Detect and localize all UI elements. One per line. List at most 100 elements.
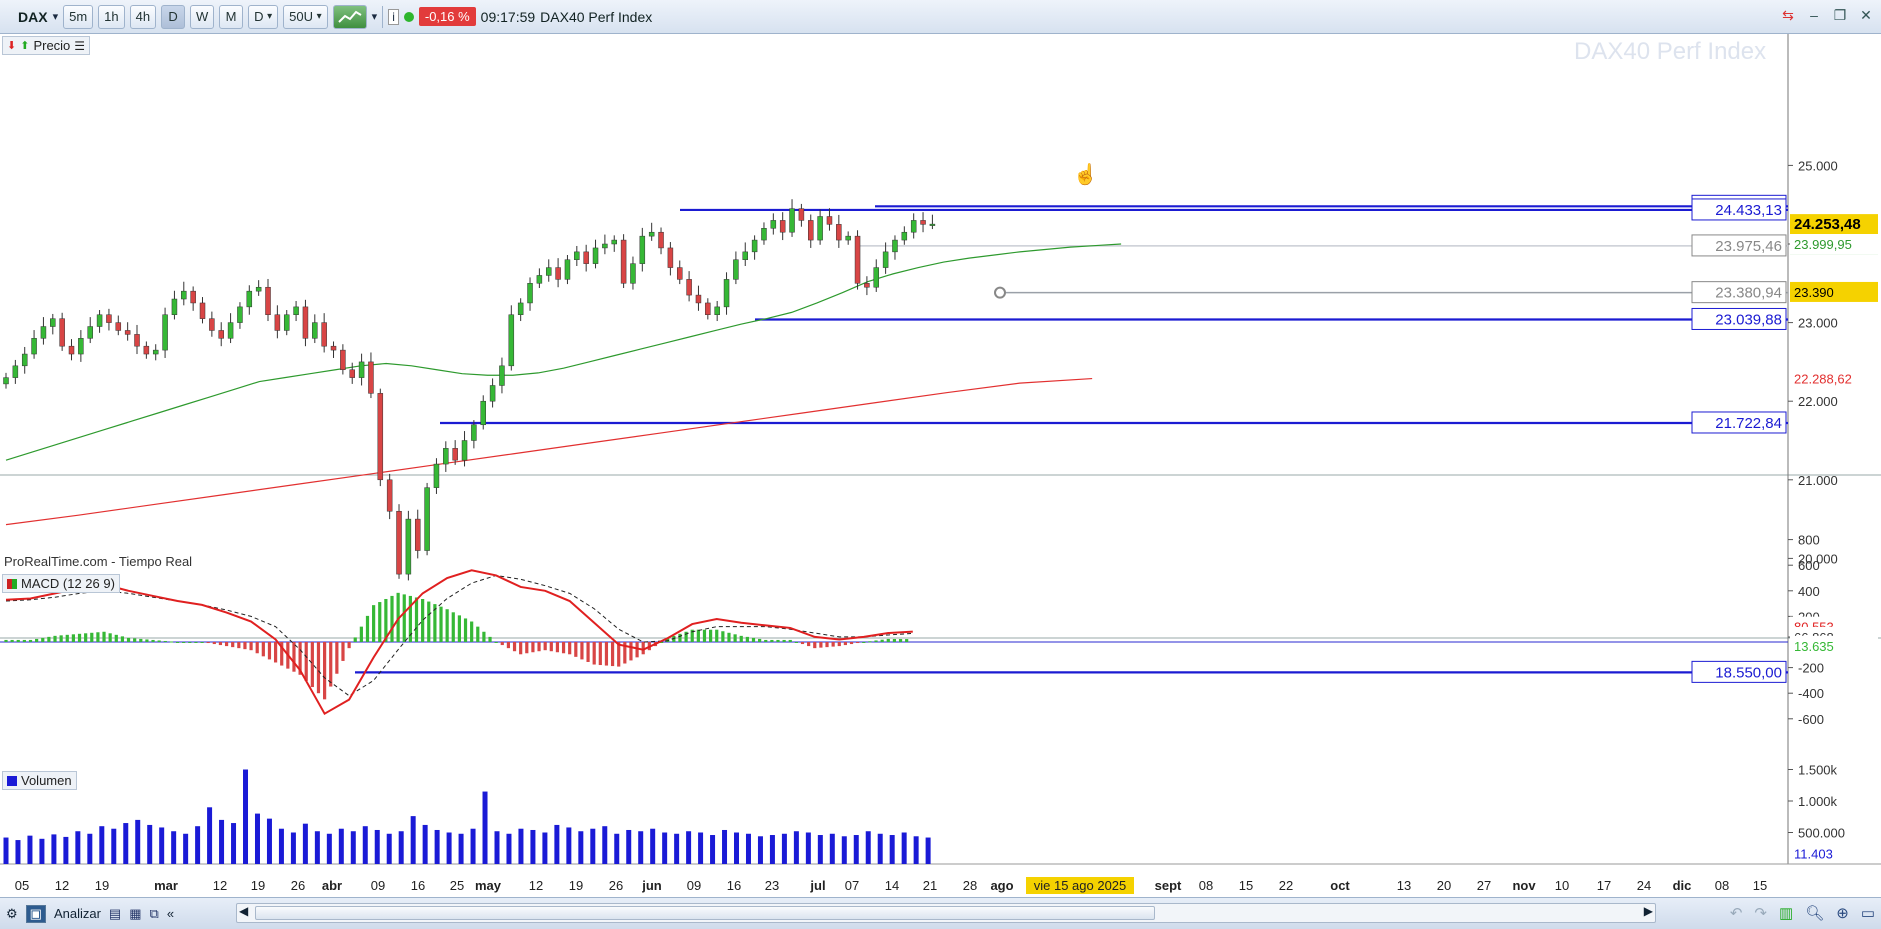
- volume-bar: [590, 828, 596, 864]
- chevron-down-icon[interactable]: ▾: [53, 10, 59, 23]
- macd-hist-bar: [598, 642, 602, 666]
- volume-bar: [254, 813, 260, 864]
- menu-icon[interactable]: ☰: [74, 39, 85, 53]
- macd-hist-bar: [304, 642, 308, 681]
- chevron-left-icon[interactable]: ◀: [239, 904, 248, 918]
- redo-icon[interactable]: ↷: [1754, 904, 1767, 922]
- macd-hist-bar: [451, 612, 455, 642]
- tf-m-button[interactable]: M: [219, 4, 244, 29]
- macd-hist-bar: [22, 639, 26, 642]
- macd-panel-label[interactable]: MACD (12 26 9): [2, 574, 120, 593]
- price-level-label: 23.975,46: [1715, 238, 1782, 255]
- screener-icon[interactable]: ▤: [109, 906, 121, 922]
- candle-body: [405, 518, 412, 575]
- candle-body: [78, 338, 84, 355]
- arrow-up-icon[interactable]: ⬆: [20, 39, 29, 52]
- macd-hist-bar: [28, 639, 33, 642]
- macd-hist-bar: [702, 629, 707, 642]
- info-icon[interactable]: i: [388, 8, 399, 25]
- undo-icon[interactable]: ↶: [1730, 904, 1743, 922]
- macd-hist-bar: [494, 642, 498, 643]
- arrow-down-icon[interactable]: ⬇: [7, 39, 16, 52]
- volume-bar: [3, 837, 9, 864]
- chart-area[interactable]: 24.479,4224.433,1323.975,4623.380,9423.0…: [0, 34, 1881, 896]
- ruler-icon[interactable]: ▭: [1861, 904, 1875, 922]
- zoom-in-icon[interactable]: ⊕: [1836, 904, 1849, 922]
- macd-hist-bar: [175, 642, 180, 643]
- tf-w-button[interactable]: W: [190, 4, 215, 29]
- volume-bar: [578, 831, 584, 864]
- zoom-out-icon[interactable]: 🔍︎: [1805, 904, 1824, 922]
- macd-hist-bar: [837, 642, 841, 647]
- analyze-button[interactable]: Analizar: [54, 906, 101, 921]
- volume-bar: [674, 833, 680, 864]
- tf-1h-button[interactable]: 1h: [98, 4, 125, 29]
- x-tick-label: mar: [154, 878, 178, 893]
- candle-body: [723, 279, 730, 308]
- period-selector[interactable]: D ▾: [248, 4, 279, 29]
- horizontal-scrollbar[interactable]: ◀ ▶: [236, 903, 1656, 923]
- period-value: D: [254, 9, 264, 24]
- chevron-right-icon[interactable]: ▶: [1644, 904, 1653, 918]
- macd-hist-bar: [316, 642, 321, 694]
- add-chart-icon[interactable]: ▥: [1779, 904, 1793, 922]
- price-level-label: 18.550,00: [1715, 664, 1782, 681]
- volume-bar: [362, 826, 368, 864]
- list-icon[interactable]: ▦: [129, 906, 141, 922]
- instrument-name: DAX40 Perf Index: [540, 8, 653, 25]
- scrollbar-thumb[interactable]: [255, 906, 1155, 920]
- close-icon[interactable]: ✕: [1857, 6, 1875, 24]
- candle-body: [705, 302, 711, 315]
- symbol-selector[interactable]: DAX: [18, 9, 48, 25]
- restore-icon[interactable]: ❐: [1831, 6, 1849, 24]
- macd-hist-bar: [715, 629, 719, 642]
- volume-bar: [111, 828, 117, 864]
- chart-type-button[interactable]: [332, 4, 367, 29]
- minimize-icon[interactable]: –: [1805, 6, 1823, 24]
- macd-hist-bar: [163, 640, 167, 642]
- compare-icon[interactable]: ⧉: [150, 906, 159, 922]
- window-icon[interactable]: ▣: [25, 904, 46, 923]
- macd-hist-bar: [531, 642, 535, 653]
- macd-hist-bar: [194, 642, 198, 643]
- candle-body: [377, 393, 384, 481]
- candle-body: [106, 314, 112, 323]
- chevron-down-icon[interactable]: ▾: [372, 10, 378, 23]
- price-panel-label[interactable]: ⬇ ⬆ Precio ☰: [2, 36, 91, 55]
- tf-4h-button[interactable]: 4h: [129, 4, 157, 29]
- x-tick-label: jun: [641, 878, 662, 893]
- volume-bar: [889, 835, 895, 864]
- x-tick-label: 14: [885, 878, 899, 893]
- candle-body: [920, 220, 926, 225]
- candle-body: [536, 275, 543, 284]
- candle-body: [190, 290, 196, 304]
- macd-hist-bar: [721, 631, 725, 642]
- macd-tick-label: -600: [1798, 712, 1824, 727]
- candle-body: [658, 231, 664, 249]
- macd-hist-bar: [751, 637, 756, 642]
- tf-d-button[interactable]: D: [161, 4, 186, 29]
- price-level-label: 23.380,94: [1715, 285, 1782, 302]
- collapse-icon[interactable]: «: [167, 906, 174, 921]
- price-tick-label: 25.000: [1798, 158, 1838, 173]
- data-source-text: ProRealTime.com - Tiempo Real: [4, 554, 193, 569]
- volume-bar: [650, 828, 656, 864]
- candle-body: [817, 216, 823, 241]
- macd-hist-bar: [776, 639, 780, 642]
- candle-body: [798, 208, 805, 221]
- macd-hist-bar: [151, 639, 155, 642]
- volume-bar: [626, 829, 632, 864]
- macd-hist-bar: [169, 641, 174, 643]
- macd-hist-bar: [292, 642, 296, 672]
- volume-panel-label[interactable]: Volumen: [2, 771, 77, 790]
- candle-body: [761, 228, 767, 241]
- macd-hist-bar: [224, 642, 229, 647]
- candle-body: [21, 353, 28, 367]
- macd-hist-bar: [4, 639, 8, 642]
- link-icon[interactable]: ⇆: [1779, 6, 1797, 24]
- candle-body: [527, 283, 533, 304]
- tools-icon[interactable]: ⚙: [6, 906, 18, 922]
- units-selector[interactable]: 50U ▾: [283, 4, 328, 29]
- macd-hist-bar: [16, 639, 20, 642]
- tf-5m-button[interactable]: 5m: [63, 4, 94, 29]
